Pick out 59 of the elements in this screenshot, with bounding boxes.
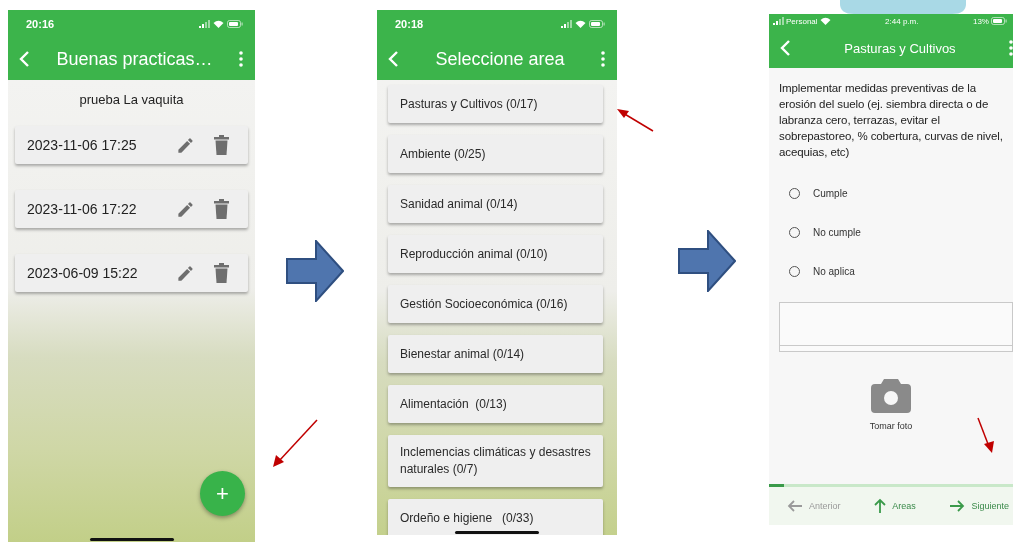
subtitle: prueba La vaquita (78, 91, 185, 109)
trash-icon[interactable] (213, 263, 230, 283)
battery-icon (589, 20, 605, 28)
record-card[interactable]: 2023-11-06 17:22 (15, 190, 248, 228)
up-arrow-icon (874, 498, 887, 514)
battery-icon (991, 17, 1007, 25)
back-icon[interactable] (18, 50, 30, 68)
pointer-arrow (273, 419, 318, 467)
record-card[interactable]: 2023-11-06 17:25 (15, 126, 248, 164)
wifi-icon (575, 20, 586, 28)
option-label: No aplica (813, 266, 855, 277)
left-arrow-icon (787, 500, 803, 512)
signal-icon (773, 17, 784, 25)
camera-icon[interactable] (871, 379, 911, 413)
record-date: 2023-11-06 17:22 (27, 201, 138, 217)
pointer-arrow (977, 417, 994, 453)
pointer-arrow (617, 109, 654, 132)
option-label: No cumple (813, 227, 861, 238)
block-arrow (286, 240, 344, 302)
option-label: Cumple (813, 188, 848, 199)
next-button[interactable]: Siguiente (949, 500, 1009, 512)
wifi-icon (819, 17, 831, 25)
signal-icon (561, 20, 572, 28)
screen-title: Buenas practicas… (55, 48, 214, 70)
more-icon[interactable] (601, 51, 605, 67)
area-item[interactable]: Ambiente (0/25) (388, 135, 603, 173)
area-item[interactable]: Inclemencias climáticas y desastres naturales (0/7) (388, 435, 603, 487)
screen-title: Pasturas y Cultivos (843, 40, 957, 56)
right-arrow-icon (949, 500, 966, 512)
battery-icon (227, 20, 243, 28)
more-icon[interactable] (1009, 40, 1013, 56)
area-item[interactable]: Sanidad animal (0/14) (388, 185, 603, 223)
record-card[interactable]: 2023-06-09 15:22 (15, 254, 248, 292)
back-icon[interactable] (387, 50, 399, 68)
clock: 20:16 (26, 18, 55, 30)
battery-percent: 13% (972, 16, 989, 26)
area-item[interactable]: Ordeño e higiene (0/33) (388, 499, 603, 535)
carrier-name: Personal (786, 16, 818, 26)
area-item[interactable]: Reproducción animal (0/10) (388, 235, 603, 273)
area-item[interactable]: Gestión Socioeconómica (0/16) (388, 285, 603, 323)
wifi-icon (213, 20, 224, 28)
trash-icon[interactable] (213, 199, 230, 219)
record-date: 2023-11-06 17:25 (27, 137, 138, 153)
back-icon[interactable] (779, 39, 791, 57)
area-item[interactable]: Pasturas y Cultivos (0/17) (388, 85, 603, 123)
take-photo-button[interactable]: Tomar foto (869, 379, 913, 431)
record-date: 2023-06-09 15:22 (27, 265, 139, 281)
clock: 2:44 p.m. (885, 16, 919, 26)
up-button[interactable]: Areas (874, 498, 916, 514)
screen-title: Seleccione area (434, 48, 566, 70)
question-text: Implementar medidas preventivas de la erosión del suelo (ej. siembra directa o de labranza cero, terrazas, evitar el sobrepastoreo, % cobertura, curvas de nivel, acequias, etc) (778, 81, 1004, 160)
area-item[interactable]: Alimentación (0/13) (388, 385, 603, 423)
signal-icon (199, 20, 210, 28)
comment-field[interactable] (779, 302, 1013, 352)
block-arrow (678, 230, 736, 292)
area-item[interactable]: Bienestar animal (0/14) (388, 335, 603, 373)
trash-icon[interactable] (213, 135, 230, 155)
more-icon[interactable] (239, 51, 243, 67)
clock: 20:18 (395, 18, 424, 30)
